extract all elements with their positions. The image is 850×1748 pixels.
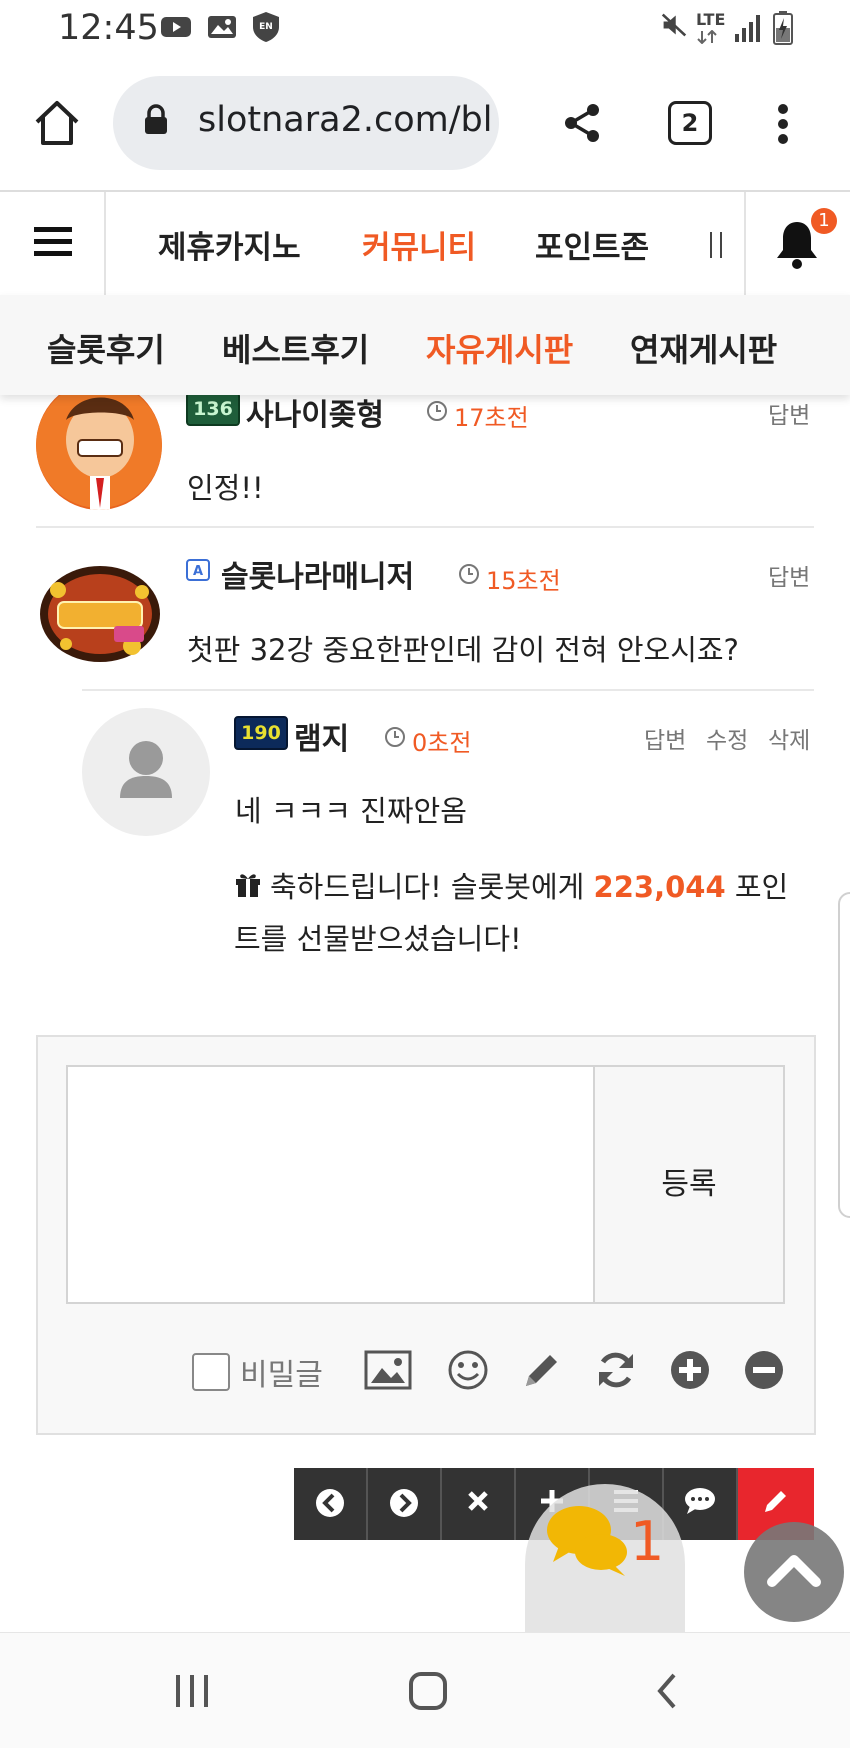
mute-icon bbox=[661, 13, 687, 37]
pencil-icon bbox=[765, 1491, 786, 1512]
avatar[interactable] bbox=[82, 708, 210, 836]
nav-item-partner-casino[interactable]: 제휴카지노 bbox=[158, 222, 301, 267]
reply-link[interactable]: 답변 bbox=[644, 721, 686, 755]
sub-tab-series-board[interactable]: 연재게시판 bbox=[630, 325, 777, 371]
level-badge: 136 bbox=[186, 392, 240, 426]
chat-unread-count: 1 bbox=[630, 1510, 665, 1573]
expand-plus-icon[interactable] bbox=[668, 1348, 712, 1392]
comment-time: 17초전 bbox=[454, 404, 529, 432]
gift-points: 223,044 bbox=[593, 870, 726, 904]
chevron-up-icon bbox=[767, 1555, 821, 1587]
url-text: slotnara2.com/bl bbox=[198, 100, 493, 140]
share-icon[interactable] bbox=[562, 102, 602, 144]
reply-link[interactable]: 답변 bbox=[768, 396, 810, 430]
gallery-icon bbox=[208, 16, 236, 38]
emoji-icon[interactable] bbox=[446, 1348, 490, 1392]
hamburger-menu-icon[interactable] bbox=[34, 226, 72, 258]
avatar[interactable] bbox=[36, 380, 162, 510]
site-nav: 제휴카지노 커뮤니티 포인트존 1 bbox=[0, 190, 850, 297]
comment-time: 0초전 bbox=[412, 729, 472, 757]
clock-icon bbox=[459, 564, 479, 584]
avatar[interactable] bbox=[36, 552, 164, 670]
more-menu-icon[interactable] bbox=[776, 102, 790, 146]
close-icon bbox=[468, 1491, 488, 1511]
comment-text: 인정!! bbox=[187, 471, 264, 505]
submit-button[interactable]: 등록 bbox=[593, 1065, 785, 1304]
chevron-left-icon bbox=[316, 1489, 344, 1517]
slotnara-logo-avatar-icon bbox=[40, 566, 160, 662]
gift-message-line1: 축하드립니다! 슬롯봇에게 223,044 포인 bbox=[270, 870, 789, 904]
scroll-indicator[interactable] bbox=[838, 892, 850, 1218]
clock-icon bbox=[427, 401, 447, 421]
sub-tab-slot-review[interactable]: 슬롯후기 bbox=[47, 325, 165, 371]
nav-item-point-zone[interactable]: 포인트존 bbox=[535, 222, 649, 267]
comment-textarea[interactable] bbox=[66, 1065, 595, 1304]
comment-text: 네 ㅋㅋㅋ 진짜안옴 bbox=[235, 794, 467, 828]
gift-icon bbox=[236, 874, 260, 897]
lock-icon bbox=[145, 104, 167, 134]
svg-text:EN: EN bbox=[259, 22, 273, 32]
nav-item-community[interactable]: 커뮤니티 bbox=[362, 222, 476, 267]
url-bar[interactable]: slotnara2.com/bl bbox=[113, 76, 499, 170]
refresh-icon[interactable] bbox=[594, 1348, 638, 1392]
close-button[interactable] bbox=[442, 1468, 516, 1540]
data-arrows-icon bbox=[697, 30, 717, 44]
secret-checkbox[interactable] bbox=[192, 1353, 230, 1391]
gift-message-line2: 트를 선물받으셨습니다! bbox=[234, 922, 522, 956]
comment-time: 15초전 bbox=[486, 567, 561, 595]
reply-link[interactable]: 답변 bbox=[768, 558, 810, 592]
signal-icon bbox=[735, 15, 760, 42]
cartoon-avatar-icon bbox=[36, 382, 162, 510]
edit-link[interactable]: 수정 bbox=[706, 721, 748, 755]
battery-charging-icon bbox=[773, 11, 793, 45]
system-nav-bar bbox=[0, 1632, 850, 1748]
comment-author[interactable]: 사나이좆형 bbox=[246, 390, 384, 434]
status-time: 12:45 bbox=[58, 8, 159, 48]
comment-divider bbox=[82, 689, 814, 691]
comment-divider bbox=[36, 526, 814, 528]
comment-author[interactable]: 램지 bbox=[294, 714, 349, 758]
tab-switcher-button[interactable]: 2 bbox=[668, 101, 712, 145]
recent-apps-icon[interactable] bbox=[172, 1673, 212, 1709]
sub-tab-best-review[interactable]: 베스트후기 bbox=[222, 325, 369, 371]
image-upload-icon[interactable] bbox=[364, 1348, 412, 1392]
network-type: LTE bbox=[696, 10, 726, 29]
secret-label: 비밀글 bbox=[240, 1358, 323, 1393]
admin-badge-icon: A bbox=[186, 559, 210, 581]
speech-bubble-icon bbox=[685, 1488, 715, 1514]
home-icon[interactable] bbox=[33, 100, 81, 146]
comment-text: 첫판 32강 중요한판인데 감이 전혀 안오시죠? bbox=[187, 633, 739, 667]
pencil-icon[interactable] bbox=[520, 1348, 564, 1392]
default-user-icon bbox=[120, 741, 172, 798]
prev-button[interactable] bbox=[294, 1468, 368, 1540]
notification-badge: 1 bbox=[811, 208, 837, 234]
chevron-right-icon bbox=[390, 1489, 418, 1517]
sub-nav: 슬롯후기 베스트후기 자유게시판 연재게시판 bbox=[0, 295, 850, 395]
delete-link[interactable]: 삭제 bbox=[768, 721, 810, 755]
youtube-icon bbox=[161, 17, 191, 37]
back-icon[interactable] bbox=[652, 1671, 682, 1711]
vpn-shield-icon: EN bbox=[253, 12, 279, 42]
home-nav-icon[interactable] bbox=[408, 1671, 448, 1711]
shrink-minus-icon[interactable] bbox=[742, 1348, 786, 1392]
level-badge: 190 bbox=[234, 716, 288, 750]
svg-text:A: A bbox=[193, 564, 203, 579]
nav-overflow-hint bbox=[710, 232, 722, 258]
sub-tab-free-board[interactable]: 자유게시판 bbox=[426, 325, 573, 371]
comment-author[interactable]: 슬롯나라매니저 bbox=[221, 552, 414, 596]
next-button[interactable] bbox=[368, 1468, 442, 1540]
clock-icon bbox=[385, 727, 405, 747]
scroll-top-button[interactable] bbox=[744, 1522, 844, 1622]
